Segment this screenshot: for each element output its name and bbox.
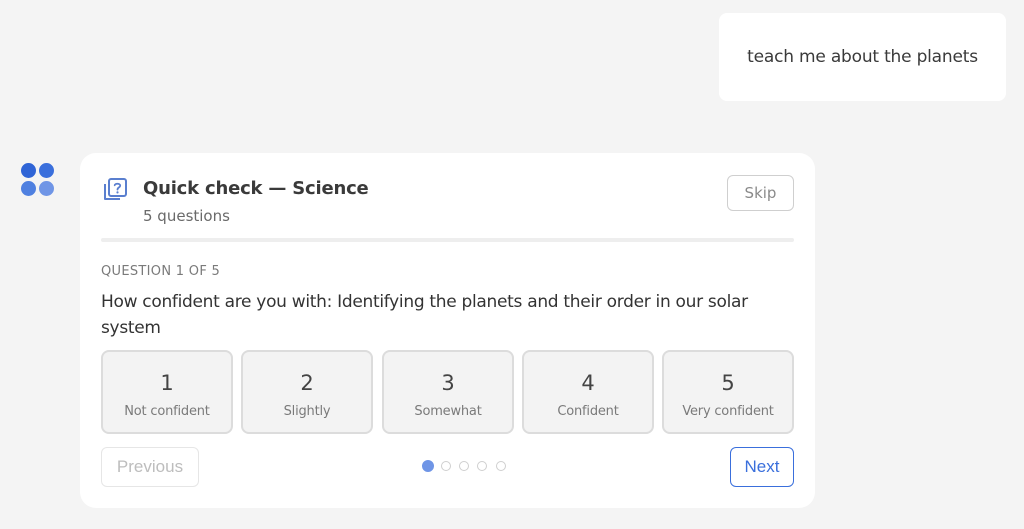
avatar-dot <box>21 163 36 178</box>
avatar-dot <box>39 181 54 196</box>
quiz-title: Quick check — Science <box>143 178 369 199</box>
quiz-subtitle: 5 questions <box>143 207 230 225</box>
confidence-option-5[interactable]: 5 Very confident <box>662 350 794 434</box>
user-message-bubble: teach me about the planets <box>719 13 1006 101</box>
option-value: 3 <box>441 371 455 395</box>
option-value: 2 <box>300 371 314 395</box>
option-value: 5 <box>721 371 735 395</box>
avatar-dot <box>39 163 54 178</box>
pagination-dot <box>459 461 469 471</box>
option-value: 4 <box>581 371 595 395</box>
pagination-dot-active <box>422 460 434 472</box>
option-label: Slightly <box>283 404 331 419</box>
question-text: How confident are you with: Identifying … <box>101 292 748 338</box>
option-label: Somewhat <box>414 404 482 419</box>
option-label: Confident <box>557 404 619 419</box>
option-value: 1 <box>160 371 174 395</box>
pagination-dot <box>441 461 451 471</box>
avatar-dot <box>21 181 36 196</box>
assistant-avatar <box>21 163 55 197</box>
question-card-icon <box>102 177 128 203</box>
question-counter: QUESTION 1 OF 5 <box>101 264 221 279</box>
user-message-text: teach me about the planets <box>747 47 978 67</box>
pagination-dot <box>477 461 487 471</box>
pagination-dot <box>496 461 506 471</box>
confidence-option-4[interactable]: 4 Confident <box>522 350 654 434</box>
confidence-options: 1 Not confident 2 Slightly 3 Somewhat 4 … <box>101 350 795 434</box>
quiz-card: Quick check — Science 5 questions Skip Q… <box>80 153 815 508</box>
confidence-option-2[interactable]: 2 Slightly <box>241 350 373 434</box>
option-label: Very confident <box>682 404 774 419</box>
previous-button[interactable]: Previous <box>101 447 199 487</box>
next-button[interactable]: Next <box>730 447 794 487</box>
confidence-option-3[interactable]: 3 Somewhat <box>382 350 514 434</box>
confidence-option-1[interactable]: 1 Not confident <box>101 350 233 434</box>
option-label: Not confident <box>124 404 210 419</box>
quiz-progress-bar <box>101 238 794 242</box>
skip-button[interactable]: Skip <box>727 175 794 211</box>
